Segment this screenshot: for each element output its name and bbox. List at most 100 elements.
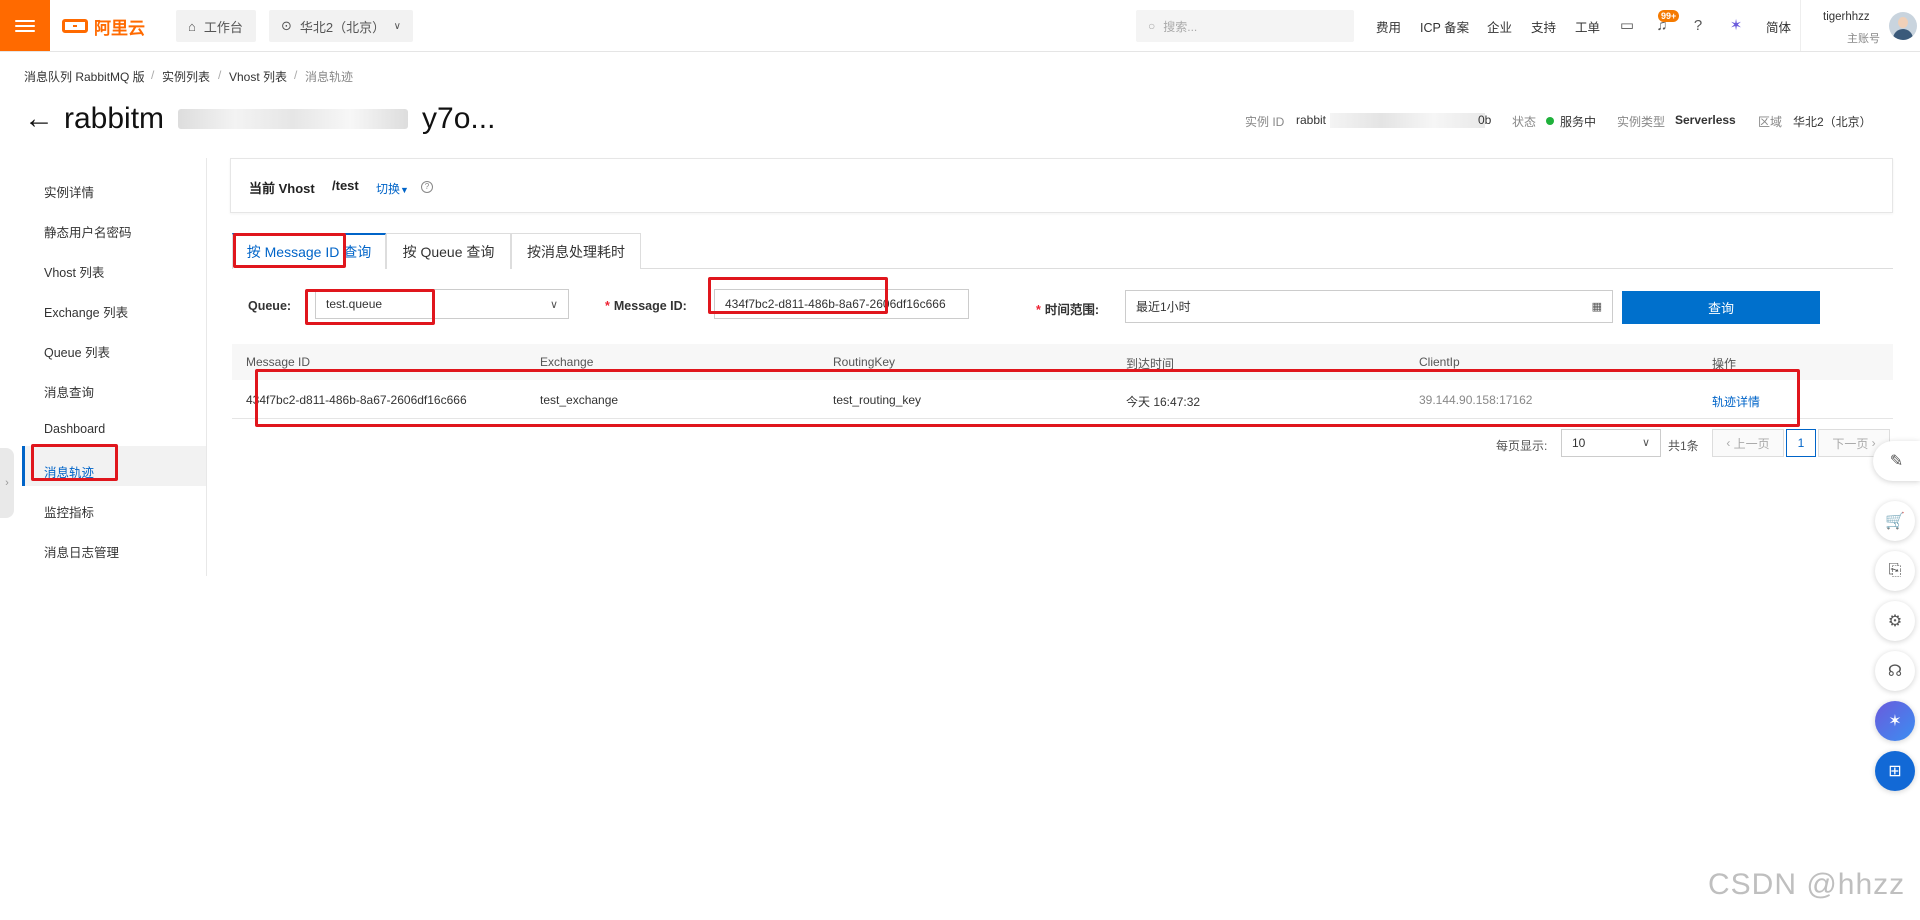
headset-icon: ☊ [1887,663,1903,680]
chevron-right-icon: › [5,477,9,489]
settings-button[interactable]: ⚙ [1875,601,1915,641]
vhost-label: 当前 Vhost [249,181,315,196]
breadcrumb-instances[interactable]: 实例列表 [162,68,210,85]
help-icon[interactable]: ? [421,181,433,193]
workbench-button[interactable]: ⌂ 工作台 [176,10,256,42]
vhost-card: 当前 Vhost /test 切换▼ ? [230,158,1893,213]
apps-grid-icon: ⊞ [1888,763,1902,780]
assistant-icon[interactable]: ✶ [1726,15,1746,35]
total-count: 共1条 [1668,439,1699,453]
caret-down-icon: ▼ [400,185,409,195]
language-switch[interactable]: 简体 [1766,17,1791,36]
sidebar-active-indicator [22,446,25,486]
title-start: rabbitm [64,102,165,135]
chevron-down-icon: ∨ [549,299,558,311]
column-message-id: Message ID [246,355,311,369]
time-range-value: 最近1小时 [1136,300,1191,314]
column-exchange: Exchange [540,355,594,369]
instance-id-label: 实例 ID [1245,115,1285,129]
chevron-down-icon: ∨ [1641,437,1650,449]
prev-page-button[interactable]: ‹ 上一页 [1712,429,1784,457]
breadcrumb-separator: / [294,68,298,82]
breadcrumb-rabbitmq[interactable]: 消息队列 RabbitMQ 版 [24,68,145,85]
nav-icp[interactable]: ICP 备案 [1420,17,1469,36]
gear-icon: ⚙ [1887,613,1903,630]
breadcrumb-current: 消息轨迹 [305,70,354,84]
sidebar-item-instance-detail[interactable]: 实例详情 [44,182,94,201]
region-meta-label: 区域 [1758,115,1783,129]
api-button[interactable]: ⎘ [1875,551,1915,591]
location-icon: ⊙ [281,18,292,33]
vhost-switch-button[interactable]: 切换▼ [376,180,409,197]
column-client-ip: ClientIp [1419,355,1460,369]
redacted-title [178,109,409,129]
breadcrumb-separator: / [151,68,155,82]
sidebar-item-message-query[interactable]: 消息查询 [44,382,94,401]
chevron-left-icon: ‹ [1726,436,1734,450]
query-button[interactable]: 查询 [1622,291,1820,324]
nav-billing[interactable]: 费用 [1376,17,1401,36]
instance-type-value: Serverless [1675,113,1736,127]
aliyun-logo-icon [62,19,88,33]
message-id-label: * Message ID: [605,299,687,313]
edit-icon: ✎ [1889,453,1904,470]
instance-id-prefix: rabbit [1296,113,1327,127]
chevron-down-icon: ∨ [393,20,401,32]
edit-feedback-button[interactable]: ✎ [1873,441,1920,481]
watermark: CSDN @hhzz [1708,868,1906,901]
vhost-switch-label: 切换 [376,182,401,196]
breadcrumb-separator: / [218,68,222,82]
user-menu[interactable]: tigerhhzz 主账号 [1800,0,1920,51]
breadcrumb-vhosts[interactable]: Vhost 列表 [229,68,287,85]
aliyun-logo[interactable]: 阿里云 [62,13,145,39]
vhost-value: /test [332,178,359,193]
tab-by-queue[interactable]: 按 Queue 查询 [386,233,511,269]
tab-by-processing-time[interactable]: 按消息处理耗时 [511,233,641,269]
nav-ticket[interactable]: 工单 [1575,17,1600,36]
region-meta-value: 华北2（北京） [1793,115,1872,129]
redacted-instance-id [1330,113,1485,128]
calendar-icon: ▦ [1591,301,1602,313]
customer-service-button[interactable]: ☊ [1875,651,1915,691]
column-routing-key: RoutingKey [833,355,896,369]
annotation-box-message-id [708,277,888,314]
instance-id-suffix: 0b [1478,113,1492,127]
home-icon: ⌂ [188,18,196,34]
help-icon[interactable]: ? [1688,15,1708,35]
sidebar-collapse-handle[interactable]: › [0,448,14,518]
cart-button[interactable]: 🛒 [1875,501,1915,541]
back-arrow-icon[interactable]: ← [24,104,54,134]
workbench-label: 工作台 [203,19,243,35]
status-label: 状态 [1512,115,1537,129]
annotation-box-sidebar [31,444,118,481]
sidebar-item-dashboard[interactable]: Dashboard [44,422,105,436]
sidebar-item-monitoring[interactable]: 监控指标 [44,502,94,521]
title-end: y7o... [422,102,496,135]
terminal-icon[interactable]: ▭ [1617,15,1637,35]
nav-support[interactable]: 支持 [1531,17,1556,36]
sidebar-item-vhosts[interactable]: Vhost 列表 [44,262,104,281]
page-size-label: 每页显示: [1496,439,1548,453]
annotation-box-result-row [255,369,1800,427]
sidebar-item-log-management[interactable]: 消息日志管理 [44,542,119,561]
ai-assistant-button[interactable]: ✶ [1875,701,1915,741]
page-1-button[interactable]: 1 [1786,429,1816,457]
instance-type-label: 实例类型 [1617,115,1666,129]
status-dot-icon [1546,117,1554,125]
time-range-picker[interactable]: 最近1小时 ▦ [1125,290,1613,323]
apps-button[interactable]: ⊞ [1875,751,1915,791]
chevron-right-icon: › [1868,436,1876,450]
user-name: tigerhhzz [1823,11,1870,23]
sidebar-item-exchanges[interactable]: Exchange 列表 [44,302,128,321]
annotation-box-tab [233,233,346,268]
sidebar-item-queues[interactable]: Queue 列表 [44,342,110,361]
next-page-label: 下一页 [1832,436,1869,451]
search-input[interactable]: ○ 搜索... [1136,10,1354,42]
page-size-select[interactable]: 10 ∨ [1561,429,1661,457]
logo-text: 阿里云 [94,18,145,38]
sidebar-item-static-credentials[interactable]: 静态用户名密码 [44,222,132,241]
menu-icon[interactable] [0,0,50,51]
search-placeholder: 搜索... [1163,19,1198,34]
nav-enterprise[interactable]: 企业 [1487,17,1512,36]
region-selector[interactable]: ⊙ 华北2（北京） ∨ [269,10,413,42]
